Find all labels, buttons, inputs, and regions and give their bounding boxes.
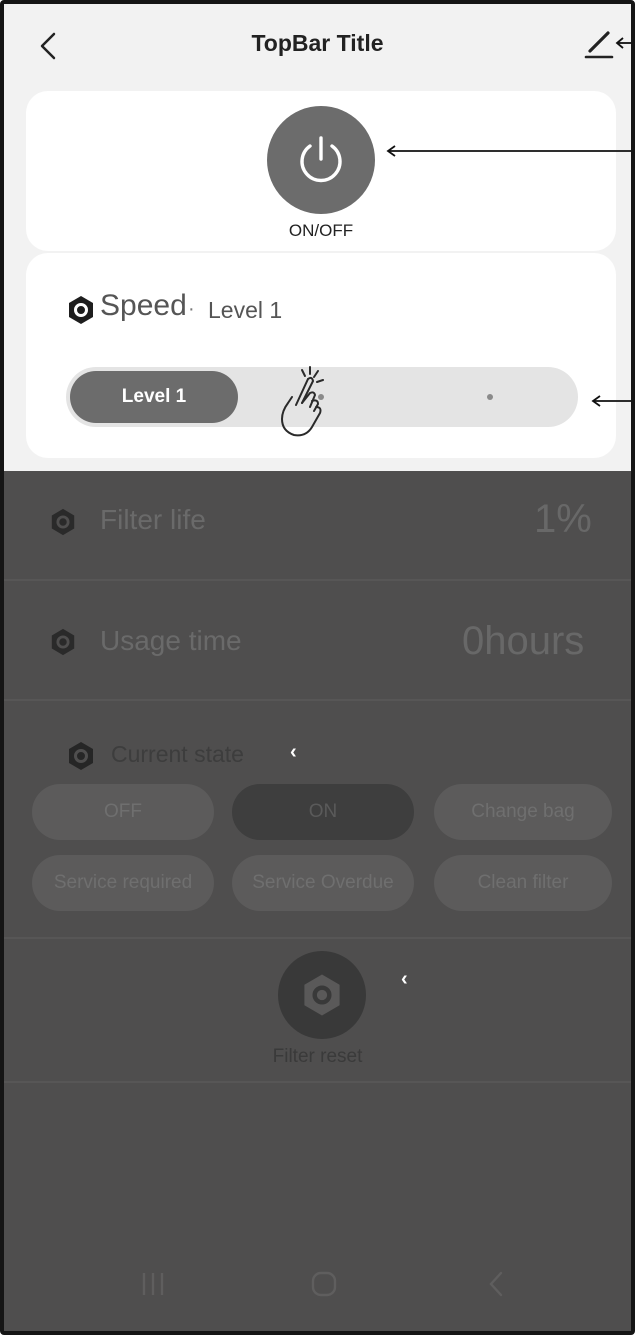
state-option-on[interactable]: ON (232, 784, 414, 840)
top-bar: TopBar Title (4, 4, 631, 88)
nav-back-icon[interactable] (482, 1269, 512, 1299)
filter-reset-label: Filter reset (272, 1046, 363, 1067)
usage-time-value: 0hours (462, 619, 585, 663)
current-state-title: Current state (111, 741, 244, 767)
power-card: ON/OFF (26, 91, 616, 251)
speed-slider-thumb[interactable]: Level 1 (70, 371, 238, 423)
page-title: TopBar Title (251, 30, 384, 56)
divider (4, 699, 631, 701)
speed-title: Speed (100, 289, 187, 322)
divider (4, 1081, 631, 1083)
dimmed-overlay: Filter life 1% Usage time 0hours Current… (4, 471, 631, 1331)
filter-life-label: Filter life (100, 504, 206, 535)
hexagon-icon (51, 508, 75, 536)
divider (4, 937, 631, 939)
filter-life-value: 1% (534, 497, 592, 541)
usage-time-label: Usage time (100, 625, 242, 656)
pencil-icon (584, 31, 614, 59)
hexagon-icon (69, 296, 93, 324)
speed-tick (487, 394, 493, 400)
state-option-service-overdue[interactable]: Service Overdue (232, 855, 414, 911)
state-option-clean-filter[interactable]: Clean filter (434, 855, 612, 911)
speed-level-value: Level 1 (208, 297, 283, 323)
caret-left-icon: ‹ (401, 968, 408, 990)
hexagon-icon (304, 974, 340, 1016)
annotation-arrow (615, 37, 631, 49)
divider (4, 579, 631, 581)
hexagon-icon (69, 742, 93, 770)
edit-button[interactable] (582, 24, 616, 64)
state-option-change-bag[interactable]: Change bag (434, 784, 612, 840)
recent-apps-icon[interactable] (138, 1269, 168, 1299)
hexagon-icon (51, 628, 75, 656)
speed-separator: · (188, 298, 195, 320)
phone-frame: TopBar Title ON/OFF Speed · Level 1 Leve… (0, 0, 635, 1335)
annotation-arrow (591, 395, 631, 407)
state-option-service-required[interactable]: Service required (32, 855, 214, 911)
speed-card: Speed · Level 1 Level 1 (26, 253, 616, 458)
power-icon (300, 136, 342, 183)
home-icon[interactable] (309, 1269, 339, 1299)
tap-hand-icon (281, 366, 324, 437)
caret-left-icon: ‹ (290, 741, 297, 763)
annotation-arrow (386, 145, 631, 157)
power-button[interactable] (267, 106, 375, 214)
power-label: ON/OFF (288, 221, 354, 240)
state-option-off[interactable]: OFF (32, 784, 214, 840)
filter-reset-button[interactable] (278, 951, 366, 1039)
